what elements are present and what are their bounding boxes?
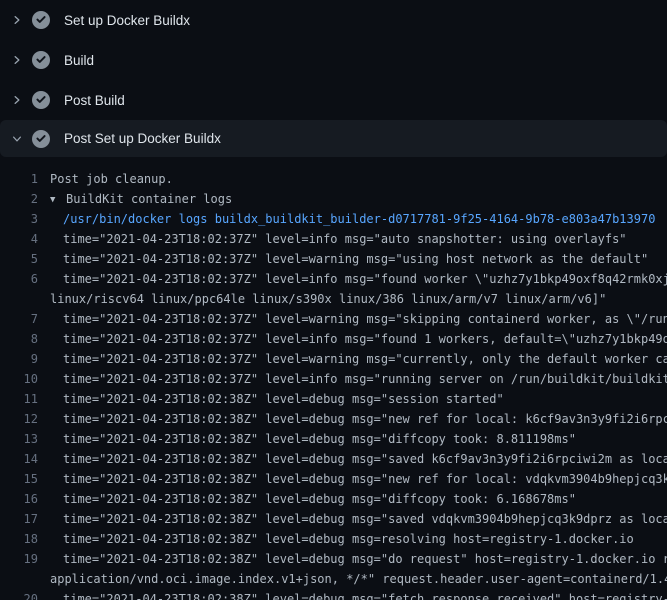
log-line: 6 time="2021-04-23T18:02:37Z" level=info… <box>0 269 667 289</box>
group-collapse-triangle-icon[interactable]: ▼ <box>50 190 66 210</box>
chevron-right-icon[interactable] <box>10 93 24 107</box>
log-line-text: time="2021-04-23T18:02:38Z" level=debug … <box>63 469 667 489</box>
log-line-number[interactable]: 20 <box>0 589 38 600</box>
log-line-number[interactable]: 10 <box>0 369 38 389</box>
log-line-text: Post job cleanup. <box>50 169 173 189</box>
log-line-number[interactable]: 13 <box>0 429 38 449</box>
check-circle-icon <box>32 130 50 148</box>
log-line-number[interactable]: 3 <box>0 209 38 229</box>
log-command-text[interactable]: /usr/bin/docker logs buildx_buildkit_bui… <box>63 209 655 229</box>
actions-log-panel: Set up Docker Buildx Build Post Build Po… <box>0 0 667 600</box>
log-line-text: time="2021-04-23T18:02:37Z" level=warnin… <box>63 349 667 369</box>
log-line: 5 time="2021-04-23T18:02:37Z" level=warn… <box>0 249 667 269</box>
log-line-number[interactable]: 4 <box>0 229 38 249</box>
log-line: 16 time="2021-04-23T18:02:38Z" level=deb… <box>0 489 667 509</box>
step-row-post-set-up-docker-buildx[interactable]: Post Set up Docker Buildx <box>0 120 667 157</box>
log-line-text: time="2021-04-23T18:02:38Z" level=debug … <box>63 549 667 569</box>
log-line-text: time="2021-04-23T18:02:38Z" level=debug … <box>63 429 576 449</box>
log-line-text: time="2021-04-23T18:02:38Z" level=debug … <box>63 489 576 509</box>
log-line-number[interactable]: 19 <box>0 549 38 569</box>
log-line: 14 time="2021-04-23T18:02:38Z" level=deb… <box>0 449 667 469</box>
log-line: 8 time="2021-04-23T18:02:37Z" level=info… <box>0 329 667 349</box>
log-line: 4 time="2021-04-23T18:02:37Z" level=info… <box>0 229 667 249</box>
log-line-text: linux/riscv64 linux/ppc64le linux/s390x … <box>50 289 606 309</box>
log-line: 3 /usr/bin/docker logs buildx_buildkit_b… <box>0 209 667 229</box>
log-line-number[interactable]: 5 <box>0 249 38 269</box>
log-line-number[interactable]: 17 <box>0 509 38 529</box>
log-line-text: time="2021-04-23T18:02:37Z" level=info m… <box>63 369 667 389</box>
log-line: 19 time="2021-04-23T18:02:38Z" level=deb… <box>0 549 667 569</box>
log-line-text: time="2021-04-23T18:02:37Z" level=info m… <box>63 329 667 349</box>
log-line-wrap-continuation: application/vnd.oci.image.index.v1+json,… <box>0 569 667 589</box>
log-line-number[interactable]: 11 <box>0 389 38 409</box>
log-line: 17 time="2021-04-23T18:02:38Z" level=deb… <box>0 509 667 529</box>
log-line: 2 ▼BuildKit container logs <box>0 189 667 209</box>
log-group-header: ▼BuildKit container logs <box>50 189 232 209</box>
log-line-number[interactable]: 9 <box>0 349 38 369</box>
step-label: Post Set up Docker Buildx <box>64 131 221 146</box>
log-output: 1 Post job cleanup. 2 ▼BuildKit containe… <box>0 157 667 600</box>
log-line-number[interactable]: 16 <box>0 489 38 509</box>
log-line-number[interactable]: 2 <box>0 189 38 209</box>
log-line: 12 time="2021-04-23T18:02:38Z" level=deb… <box>0 409 667 429</box>
log-line: 20 time="2021-04-23T18:02:38Z" level=deb… <box>0 589 667 600</box>
check-circle-icon <box>32 51 50 69</box>
log-line-text: time="2021-04-23T18:02:38Z" level=debug … <box>63 409 667 429</box>
log-line-text: time="2021-04-23T18:02:38Z" level=debug … <box>63 589 667 600</box>
step-row-build[interactable]: Build <box>0 40 667 80</box>
log-line-text: time="2021-04-23T18:02:38Z" level=debug … <box>63 509 667 529</box>
chevron-down-icon[interactable] <box>10 132 24 146</box>
log-line: 13 time="2021-04-23T18:02:38Z" level=deb… <box>0 429 667 449</box>
log-line-text: time="2021-04-23T18:02:38Z" level=debug … <box>63 389 504 409</box>
log-line-number[interactable]: 7 <box>0 309 38 329</box>
log-line-text: time="2021-04-23T18:02:37Z" level=info m… <box>63 269 667 289</box>
log-line-text: time="2021-04-23T18:02:37Z" level=warnin… <box>63 309 667 329</box>
log-line: 11 time="2021-04-23T18:02:38Z" level=deb… <box>0 389 667 409</box>
chevron-right-icon[interactable] <box>10 13 24 27</box>
log-line-text: time="2021-04-23T18:02:38Z" level=debug … <box>63 449 667 469</box>
log-line-number[interactable]: 18 <box>0 529 38 549</box>
chevron-right-icon[interactable] <box>10 53 24 67</box>
log-line: 18 time="2021-04-23T18:02:38Z" level=deb… <box>0 529 667 549</box>
log-line-text: time="2021-04-23T18:02:37Z" level=info m… <box>63 229 627 249</box>
log-line-number[interactable]: 1 <box>0 169 38 189</box>
step-label: Post Build <box>64 93 125 108</box>
log-line: 10 time="2021-04-23T18:02:37Z" level=inf… <box>0 369 667 389</box>
step-row-post-build[interactable]: Post Build <box>0 80 667 120</box>
log-line-number[interactable]: 6 <box>0 269 38 289</box>
step-list: Set up Docker Buildx Build Post Build Po… <box>0 0 667 157</box>
check-circle-icon <box>32 11 50 29</box>
log-line: 7 time="2021-04-23T18:02:37Z" level=warn… <box>0 309 667 329</box>
log-line: 9 time="2021-04-23T18:02:37Z" level=warn… <box>0 349 667 369</box>
log-line-number[interactable]: 12 <box>0 409 38 429</box>
log-line: 1 Post job cleanup. <box>0 169 667 189</box>
step-row-set-up-docker-buildx[interactable]: Set up Docker Buildx <box>0 0 667 40</box>
log-line-number[interactable]: 14 <box>0 449 38 469</box>
log-line-number <box>0 289 38 309</box>
check-circle-icon <box>32 91 50 109</box>
log-line-number[interactable]: 8 <box>0 329 38 349</box>
log-line-text: application/vnd.oci.image.index.v1+json,… <box>50 569 667 589</box>
log-line-wrap-continuation: linux/riscv64 linux/ppc64le linux/s390x … <box>0 289 667 309</box>
step-label: Build <box>64 53 94 68</box>
step-label: Set up Docker Buildx <box>64 13 190 28</box>
log-line-number[interactable]: 15 <box>0 469 38 489</box>
log-line-text: time="2021-04-23T18:02:38Z" level=debug … <box>63 529 634 549</box>
log-line-number <box>0 569 38 589</box>
log-line: 15 time="2021-04-23T18:02:38Z" level=deb… <box>0 469 667 489</box>
log-line-text: time="2021-04-23T18:02:37Z" level=warnin… <box>63 249 648 269</box>
group-title[interactable]: BuildKit container logs <box>66 192 232 206</box>
